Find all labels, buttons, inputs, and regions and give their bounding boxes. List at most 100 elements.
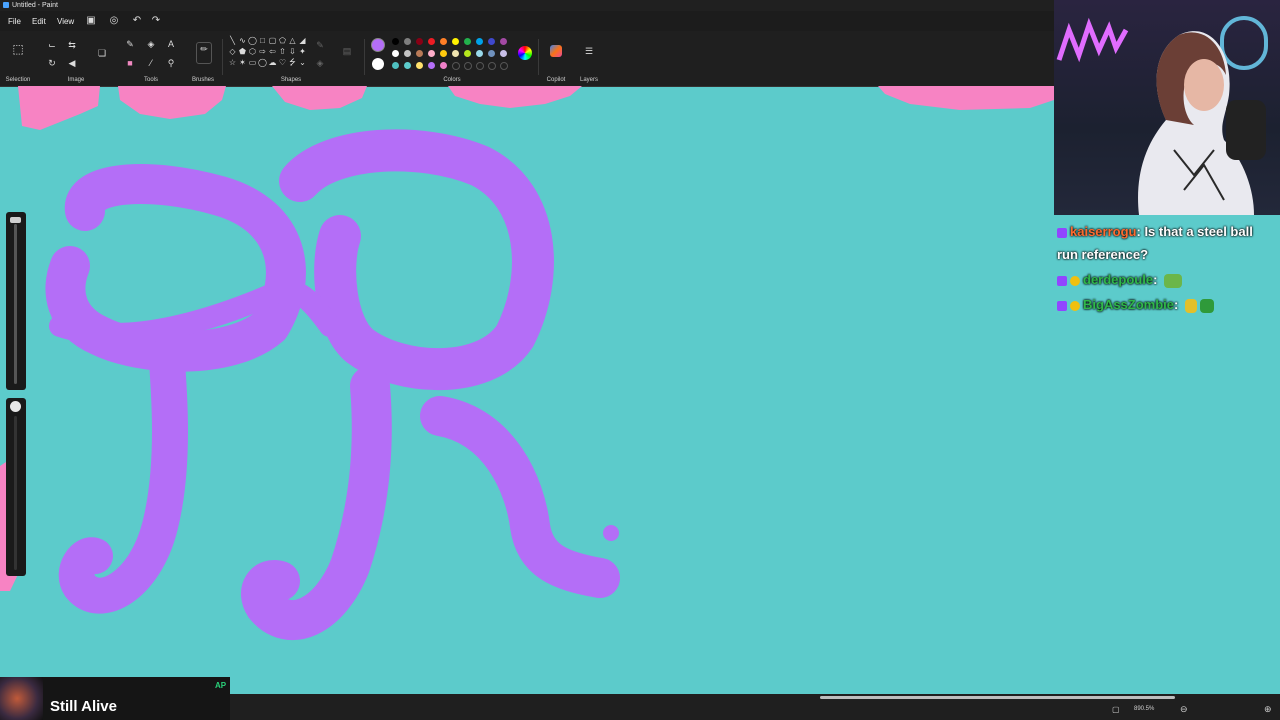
window-title: Untitled - Paint [12,2,58,9]
chat-message: kaiserrogu: Is that a steel ball run ref… [1057,224,1253,262]
color-swatch[interactable] [416,38,423,45]
color-swatch[interactable] [476,50,483,57]
color-swatch[interactable] [428,38,435,45]
broccoli-emote-icon [1199,298,1214,313]
size-slider-thumb[interactable] [10,217,21,223]
drawing-canvas[interactable] [0,86,1054,694]
shapes-label: Shapes [280,77,302,83]
brush-icon[interactable]: ✏ [196,42,212,64]
subscriber-badge-icon [1057,227,1067,238]
color-swatch[interactable] [500,50,507,57]
fill-icon[interactable]: ◈ [145,38,157,50]
color-swatch[interactable] [452,62,460,70]
paint-app-icon [3,2,9,9]
image-select-icon[interactable]: ❏ [96,47,108,59]
selection-label: Selection [5,77,31,83]
album-art [0,677,43,720]
color-swatch[interactable] [416,50,423,57]
brushes-group: ✏ Brushes [188,31,218,86]
color-swatch[interactable] [464,50,471,57]
color-swatch[interactable] [392,38,399,45]
zoom-level[interactable]: 890.5% [1134,706,1154,712]
separator [364,39,365,75]
color-swatch[interactable] [440,50,447,57]
color-swatch[interactable] [440,38,447,45]
crop-icon[interactable]: ⌙ [46,39,58,51]
song-title: Still Alive [50,698,117,715]
magnifier-icon[interactable]: ⚲ [165,57,177,69]
save-icon[interactable]: ▣ [85,15,97,27]
undo-icon[interactable]: ↶ [131,15,143,27]
selection-icon[interactable]: ⬚ [12,43,24,55]
layers-icon[interactable]: ☰ [583,45,595,57]
color-swatch[interactable] [500,38,507,45]
color-swatch[interactable] [392,50,399,57]
color-swatch[interactable] [428,50,435,57]
color-swatch[interactable] [404,50,411,57]
subscriber-badge-icon [1057,275,1067,286]
color-swatch[interactable] [488,62,496,70]
edit-colors-icon[interactable] [518,46,532,60]
menu-view[interactable]: View [57,17,74,26]
color-swatch[interactable] [404,62,411,69]
pencil-icon[interactable]: ✎ [124,38,136,50]
color-swatch[interactable] [464,38,471,45]
redo-icon[interactable]: ↷ [150,15,162,27]
color-swatch[interactable] [452,50,459,57]
tools-group: ✎ ◈ A ■ ⁄ ⚲ Tools [118,31,184,86]
tools-label: Tools [143,77,158,83]
copilot-group: Copilot [542,31,570,86]
color-swatch[interactable] [488,50,495,57]
purple-dot [603,525,619,541]
brushes-label: Brushes [191,77,214,83]
color-picker-icon[interactable]: ⁄ [145,57,157,69]
color-swatch[interactable] [464,62,472,70]
chat-overlay: kaiserrogu: Is that a steel ball run ref… [1057,220,1277,318]
separator [222,39,223,75]
star-badge-icon [1070,300,1080,311]
share-icon[interactable]: ◎ [108,15,120,27]
emote-badge-icon [1070,275,1080,286]
ribbon-toolbar: ⬚ Selection ⌙ ⇆ ❏ ↻ ◀ Image ✎ ◈ A ■ ⁄ ⚲ … [0,31,1054,87]
color-swatch[interactable] [488,38,495,45]
color-swatch[interactable] [440,62,447,69]
chat-username: derdepoule [1083,272,1154,287]
colors-label: Colors [443,77,461,83]
image-label: Image [67,77,85,83]
color-swatch[interactable] [476,38,483,45]
now-playing-tag: AP [215,681,227,690]
rotate-icon[interactable]: ↻ [46,57,58,69]
color-swatch[interactable] [428,62,435,69]
copilot-label: Copilot [546,77,566,83]
secondary-color-swatch[interactable] [372,58,384,70]
opacity-slider[interactable] [6,398,26,576]
color-swatch[interactable] [404,38,411,45]
fit-window-icon[interactable]: ▢ [1112,705,1120,714]
zoom-out-icon[interactable]: ⊖ [1180,704,1188,715]
color-swatch[interactable] [500,62,508,70]
horizontal-scrollbar[interactable] [820,696,1175,699]
corn-emote-icon [1184,298,1197,313]
webcam-feed [1056,16,1268,215]
menu-file[interactable]: File [8,17,21,26]
zoom-in-icon[interactable]: ⊕ [1264,704,1272,715]
eraser-icon[interactable]: ■ [124,57,136,69]
primary-color-swatch[interactable] [372,39,384,51]
separator [538,39,539,75]
brush-size-slider[interactable] [6,212,26,390]
color-swatch[interactable] [392,62,399,69]
color-swatch[interactable] [476,62,484,70]
text-icon[interactable]: A [165,38,177,50]
chat-message: derdepoule: [1057,268,1277,291]
color-swatch[interactable] [452,38,459,45]
opacity-slider-thumb[interactable] [10,401,21,412]
frog-emote-icon [1164,273,1183,288]
flip-icon[interactable]: ◀ [66,57,78,69]
chat-username: kaiserrogu [1070,224,1137,239]
menu-edit[interactable]: Edit [32,17,46,26]
copilot-icon[interactable] [550,45,562,57]
resize-icon[interactable]: ⇆ [66,39,78,51]
layers-label: Layers [579,77,598,83]
color-swatch[interactable] [416,62,423,69]
chat-username: BigAssZombie [1083,297,1175,312]
